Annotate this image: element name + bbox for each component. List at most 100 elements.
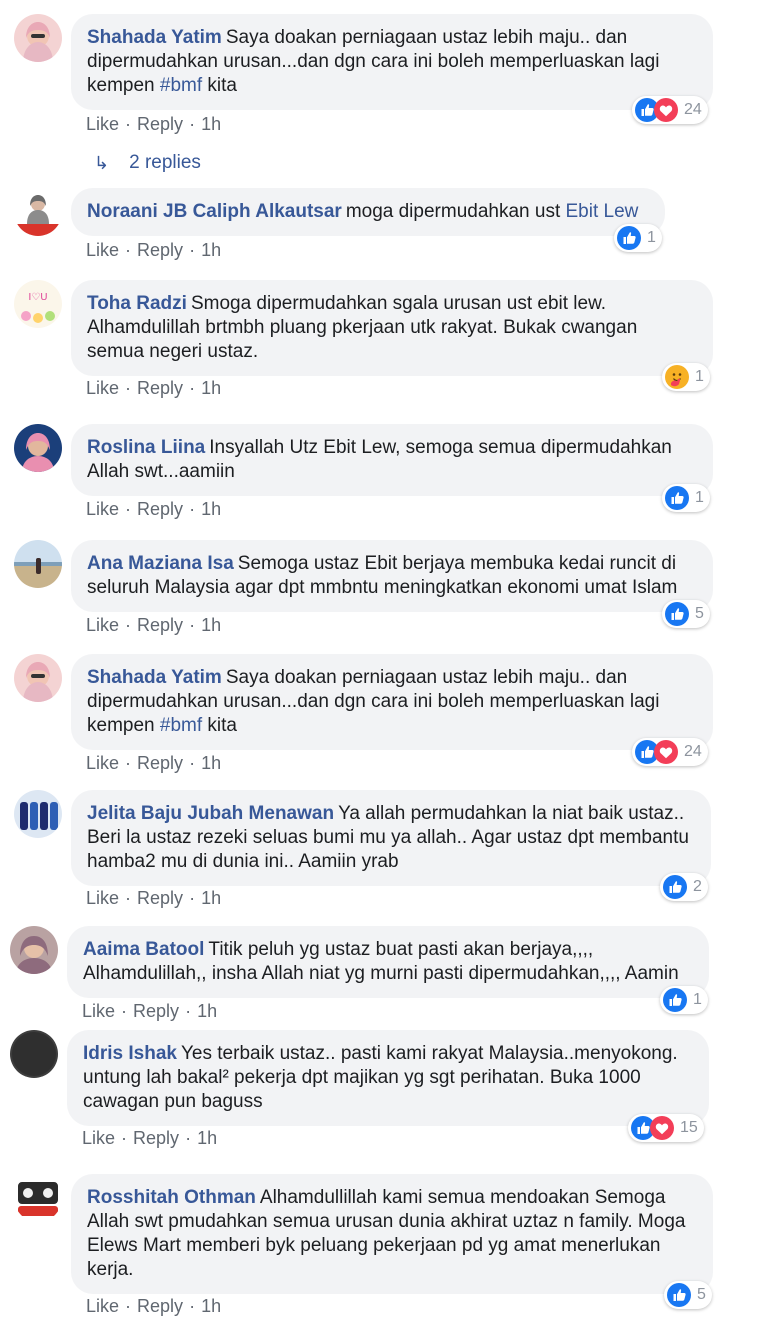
timestamp[interactable]: 1h [201,753,221,773]
reply-button[interactable]: Reply [137,114,183,134]
like-button[interactable]: Like [86,499,119,519]
reaction-summary[interactable]: 2 [660,873,708,901]
comment-actions: Like · Reply · 1h [86,615,222,635]
comment-actions: Like · Reply · 1h [82,1128,218,1148]
hashtag-link[interactable]: #bmf [160,715,202,736]
reaction-summary[interactable]: 1 [660,986,708,1014]
timestamp[interactable]: 1h [201,888,221,908]
comment-actions: Like · Reply · 1h [82,1001,218,1021]
reply-arrow-icon: ↳ [94,152,110,173]
avatar[interactable] [14,540,62,588]
comment-actions: Like · Reply · 1h [86,1296,222,1316]
reply-button[interactable]: Reply [137,888,183,908]
avatar[interactable]: I♡U [14,280,62,328]
comment-bubble: Ana Maziana Isa Semoga ustaz Ebit berjaya… [71,540,713,612]
love-icon [654,98,678,122]
avatar[interactable] [14,424,62,472]
svg-text:I♡U: I♡U [28,292,47,303]
comment-author[interactable]: Jelita Baju Jubah Menawan [87,803,334,824]
timestamp[interactable]: 1h [201,378,221,398]
reaction-summary[interactable]: 5 [662,600,710,628]
replies-label: 2 replies [129,152,201,173]
reaction-summary[interactable]: 1 [662,484,710,512]
avatar[interactable] [14,654,62,702]
comment-bubble: Roslina Liina Insyallah Utz Ebit Lew, sem… [71,424,713,496]
reaction-count: 24 [684,101,702,118]
comment-text-end: kita [202,75,237,96]
comment-author[interactable]: Rosshitah Othman [87,1187,256,1208]
reaction-summary[interactable]: 24 [632,738,708,766]
like-button[interactable]: Like [86,240,119,260]
reaction-count: 15 [680,1119,698,1136]
reaction-count: 24 [684,743,702,760]
comment-bubble: Toha Radzi Smoga dipermudahkan sgala urus… [71,280,713,376]
hashtag-link[interactable]: #bmf [160,75,202,96]
like-button[interactable]: Like [86,114,119,134]
comment-author[interactable]: Shahada Yatim [87,27,222,48]
comment-text-end: kita [202,715,237,736]
mention-link[interactable]: Ebit Lew [566,201,639,222]
reaction-count: 2 [693,878,702,895]
like-icon [663,988,687,1012]
comment-bubble: Noraani JB Caliph Alkautsar moga dipermud… [71,188,665,236]
like-button[interactable]: Like [86,1296,119,1316]
reaction-count: 1 [693,991,702,1008]
timestamp[interactable]: 1h [201,240,221,260]
reply-button[interactable]: Reply [137,378,183,398]
avatar[interactable] [14,188,62,236]
like-button[interactable]: Like [82,1001,115,1021]
like-icon [665,486,689,510]
like-button[interactable]: Like [86,753,119,773]
view-replies-link[interactable]: ↳ 2 replies [94,152,201,174]
comment-bubble: Rosshitah Othman Alhamdullillah kami semu… [71,1174,713,1294]
reaction-count: 1 [695,368,704,385]
comment-author[interactable]: Noraani JB Caliph Alkautsar [87,201,342,222]
like-icon [665,602,689,626]
reaction-summary[interactable]: 1 [662,363,710,391]
reply-button[interactable]: Reply [137,753,183,773]
reply-button[interactable]: Reply [137,240,183,260]
reaction-summary[interactable]: 24 [632,96,708,124]
reaction-summary[interactable]: 5 [664,1281,712,1309]
reaction-summary[interactable]: 1 [614,224,662,252]
comment-author[interactable]: Roslina Liina [87,437,205,458]
timestamp[interactable]: 1h [201,114,221,134]
comment-author[interactable]: Toha Radzi [87,293,187,314]
reaction-count: 1 [647,229,656,246]
like-button[interactable]: Like [82,1128,115,1148]
timestamp[interactable]: 1h [201,615,221,635]
timestamp[interactable]: 1h [201,499,221,519]
comment-bubble: Jelita Baju Jubah Menawan Ya allah permud… [71,790,711,886]
avatar[interactable] [14,1174,62,1222]
comment-actions: Like · Reply · 1h [86,753,222,773]
timestamp[interactable]: 1h [197,1001,217,1021]
reply-button[interactable]: Reply [137,1296,183,1316]
reply-button[interactable]: Reply [133,1128,179,1148]
comment-actions: Like · Reply · 1h [86,499,222,519]
comment-author[interactable]: Idris Ishak [83,1043,177,1064]
avatar[interactable] [14,14,62,62]
comment-bubble: Shahada Yatim Saya doakan perniagaan usta… [71,654,713,750]
like-button[interactable]: Like [86,615,119,635]
comment-author[interactable]: Aaima Batool [83,939,204,960]
like-icon [617,226,641,250]
like-button[interactable]: Like [86,378,119,398]
reply-button[interactable]: Reply [137,615,183,635]
avatar[interactable] [14,790,62,838]
reply-button[interactable]: Reply [133,1001,179,1021]
comment-author[interactable]: Ana Maziana Isa [87,553,234,574]
avatar[interactable] [10,1030,58,1078]
comment-author[interactable]: Shahada Yatim [87,667,222,688]
reaction-count: 5 [695,605,704,622]
like-button[interactable]: Like [86,888,119,908]
comment-actions: Like · Reply · 1h [86,240,222,260]
timestamp[interactable]: 1h [201,1296,221,1316]
reaction-summary[interactable]: 15 [628,1114,704,1142]
reply-button[interactable]: Reply [137,499,183,519]
timestamp[interactable]: 1h [197,1128,217,1148]
comment-actions: Like · Reply · 1h [86,888,222,908]
like-icon [663,875,687,899]
love-icon [654,740,678,764]
avatar[interactable] [10,926,58,974]
comment-actions: Like · Reply · 1h [86,378,222,398]
